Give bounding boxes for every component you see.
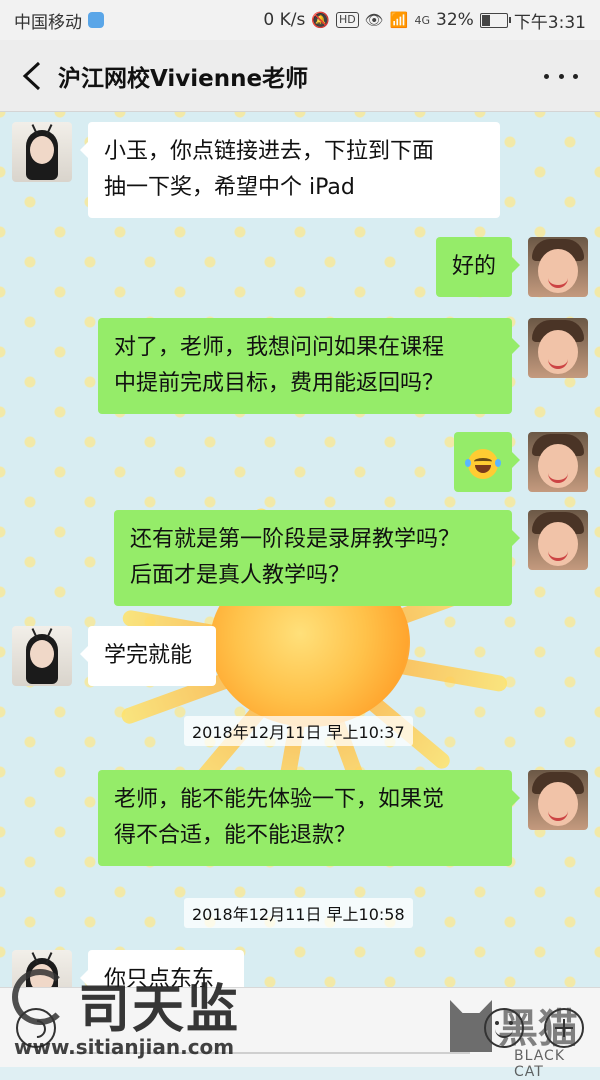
carrier-label: 中国移动 [14,12,82,33]
message-text: 对了，老师，我想问问如果在课程 [114,335,445,360]
watermark-url: www.sitianjian.com [14,1035,235,1059]
shield-icon [88,12,104,28]
eye-icon: 👁 [364,11,384,29]
cat-logo-icon [450,1000,492,1052]
mute-icon: 🔕 [311,11,330,29]
more-options-icon[interactable] [544,64,578,88]
message-text: 学完就能 [104,643,193,668]
user-avatar[interactable] [528,432,588,492]
message-bubble[interactable]: 小玉，你点链接进去，下拉到下面 抽一下奖，希望中个 iPad [80,122,500,218]
message-bubble[interactable] [454,432,520,492]
message-bubble[interactable]: 好的 [436,237,520,297]
message-text: 抽一下奖，希望中个 iPad [104,175,355,200]
sitianjian-logo-icon [12,969,68,1025]
user-avatar[interactable] [528,318,588,378]
watermark-subtitle: BLACK CAT [514,1048,566,1080]
message-bubble[interactable]: 对了，老师，我想问问如果在课程 中提前完成目标，费用能返回吗？ [98,318,520,414]
clock: 下午3:31 [513,12,586,33]
teacher-avatar[interactable] [12,122,72,182]
status-bar: 中国移动 0 K/s 🔕 HD 👁 📶 4G 32% 下午3:31 [0,0,600,40]
user-avatar[interactable] [528,510,588,570]
message-bubble[interactable]: 学完就能 [80,626,216,686]
teacher-avatar[interactable] [12,626,72,686]
message-text: 后面才是真人教学吗？ [130,563,351,588]
message-bubble[interactable]: 老师，能不能先体验一下，如果觉 得不合适，能不能退款？ [98,770,520,866]
back-arrow-icon[interactable] [8,40,56,112]
blackcat-watermark: 黑猫 BLACK CAT [450,1000,600,1080]
message-text: 老师，能不能先体验一下，如果觉 [114,787,445,812]
sitianjian-watermark: 司天监 www.sitianjian.com [6,965,266,1065]
hd-icon: HD [336,12,359,28]
chat-title: 沪江网校Vivienne老师 [58,65,309,92]
wifi-icon: 📶 [389,11,409,29]
timestamp: 2018年12月11日 早上10:58 [184,898,413,928]
user-avatar[interactable] [528,770,588,830]
timestamp: 2018年12月11日 早上10:37 [184,716,413,746]
network-speed: 0 K/s [263,10,306,30]
battery-percent: 32% [436,10,474,30]
battery-icon [479,12,511,28]
message-text: 好的 [452,254,497,279]
network-type: 4G [414,13,431,27]
message-text: 中提前完成目标，费用能返回吗？ [114,371,445,396]
tears-of-joy-emoji-icon [465,449,501,479]
message-text: 还有就是第一阶段是录屏教学吗？ [130,527,461,552]
message-text: 得不合适，能不能退款？ [114,823,357,848]
message-text: 小玉，你点链接进去，下拉到下面 [104,139,435,164]
user-avatar[interactable] [528,237,588,297]
chat-header: 沪江网校Vivienne老师 [0,40,600,112]
watermark-title: 黑猫 [498,1006,578,1052]
message-bubble[interactable]: 还有就是第一阶段是录屏教学吗？ 后面才是真人教学吗？ [114,510,520,606]
watermark-title: 司天监 [78,980,241,1040]
chat-area[interactable]: 小玉，你点链接进去，下拉到下面 抽一下奖，希望中个 iPad 好的 对了，老师，… [0,112,600,987]
